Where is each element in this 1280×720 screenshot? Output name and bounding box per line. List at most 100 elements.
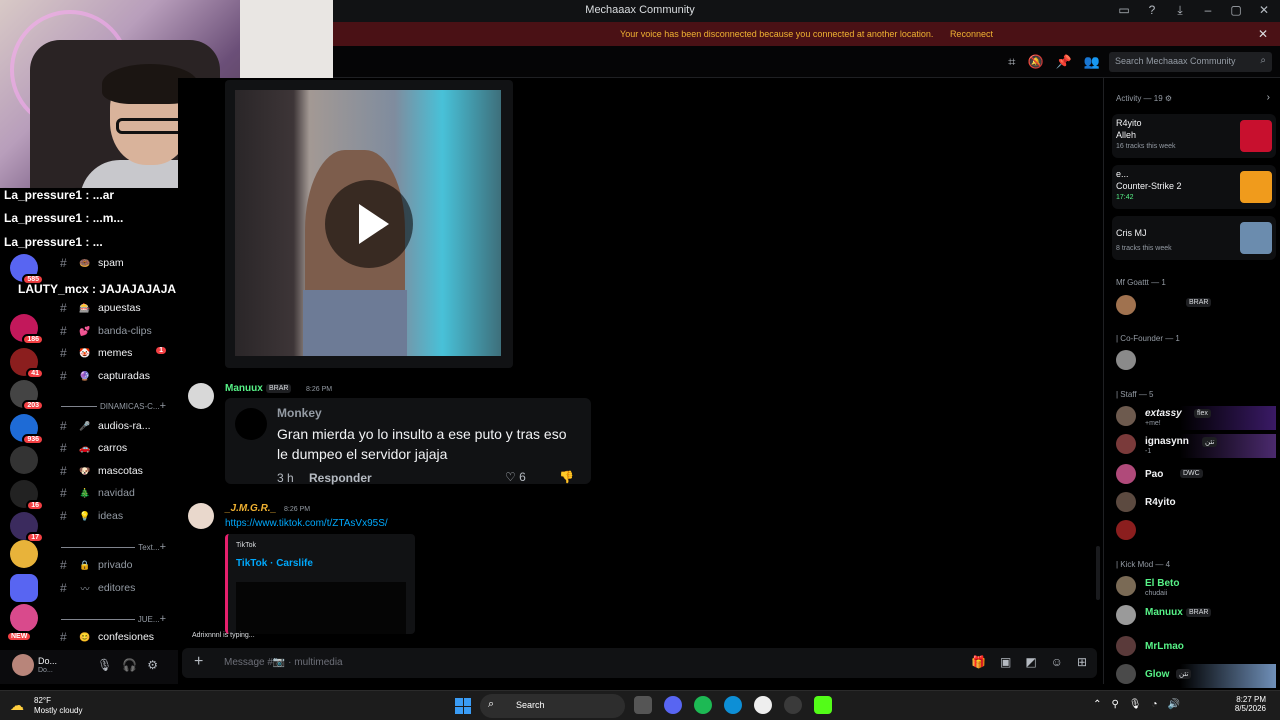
member-item[interactable]: R4yito: [1116, 492, 1276, 516]
maximize-button[interactable]: ▢: [1228, 3, 1244, 18]
notification-bell-icon[interactable]: 🔕: [1027, 54, 1043, 70]
add-channel-icon[interactable]: +: [160, 541, 166, 553]
member-list-icon[interactable]: 👥: [1084, 54, 1100, 70]
member-item[interactable]: [1116, 350, 1276, 374]
category-text[interactable]: Text... +: [58, 540, 178, 554]
wifi-icon[interactable]: ◔: [1152, 699, 1158, 710]
volume-icon[interactable]: 🔊: [1168, 699, 1180, 710]
embed-thumbnail[interactable]: [236, 582, 406, 634]
channel-navidad[interactable]: # 🎄 navidad: [60, 483, 178, 503]
server-icon[interactable]: 17: [10, 512, 44, 543]
file-explorer-icon[interactable]: [634, 696, 652, 714]
activity-card[interactable]: e... Counter-Strike 2 17:42: [1112, 165, 1276, 209]
clock[interactable]: 8:27 PM 8/5/2026: [1235, 695, 1266, 713]
member-item[interactable]: ignasynn تئن -1: [1116, 434, 1276, 458]
gif-icon[interactable]: ▣: [1000, 655, 1011, 669]
server-icon[interactable]: [10, 446, 38, 474]
activity-card[interactable]: Cris MJ 8 tracks this week: [1112, 216, 1276, 260]
channel-banda-clips[interactable]: # 💕 banda-clips: [60, 321, 178, 341]
server-icon[interactable]: 41: [10, 348, 44, 379]
pin-icon[interactable]: 📌: [1056, 54, 1072, 70]
channel-capturadas[interactable]: # 🔮 capturadas: [60, 366, 178, 386]
channel-emoji-icon: 🎰: [79, 302, 91, 313]
avatar: [1116, 605, 1136, 625]
channel-ideas[interactable]: # 💡 ideas: [60, 506, 178, 526]
channel-carros[interactable]: # 🚗 carros: [60, 438, 178, 458]
message-composer[interactable]: + Message #📷 · multimedia 🎁 ▣ ◩ ☺ ⊞: [182, 648, 1097, 678]
mic-icon[interactable]: 🎙: [1129, 699, 1142, 710]
channel-mascotas[interactable]: # 🐶 mascotas: [60, 461, 178, 481]
apps-icon[interactable]: ⊞: [1077, 655, 1087, 669]
server-icon[interactable]: [10, 540, 38, 568]
spotify-icon[interactable]: [694, 696, 712, 714]
member-item[interactable]: Manuux BRAR: [1116, 605, 1276, 629]
minimize-button[interactable]: –: [1200, 3, 1216, 18]
video-embed[interactable]: [225, 80, 513, 368]
add-channel-icon[interactable]: +: [160, 400, 166, 412]
kick-icon[interactable]: [814, 696, 832, 714]
play-icon[interactable]: [325, 180, 413, 268]
banner-text: Your voice has been disconnected because…: [620, 29, 934, 39]
microphone-icon[interactable]: 🎙: [97, 658, 112, 672]
category-juegos[interactable]: JUE... +: [58, 612, 178, 626]
add-attachment-icon[interactable]: +: [194, 653, 203, 671]
server-icon[interactable]: 16: [10, 480, 44, 511]
member-item[interactable]: [1116, 520, 1276, 544]
chevron-right-icon[interactable]: ›: [1267, 92, 1270, 103]
edge-icon[interactable]: [724, 696, 742, 714]
message-author[interactable]: Manuux: [225, 383, 263, 394]
message-link[interactable]: https://www.tiktok.com/t/ZTAsVx95S/: [225, 518, 388, 529]
help-icon[interactable]: ?: [1144, 3, 1160, 18]
member-item[interactable]: El Beto chudaii: [1116, 576, 1276, 600]
server-icon[interactable]: 936: [10, 414, 44, 445]
tiktok-embed[interactable]: TikTok TikTok · Carslife: [225, 534, 415, 634]
close-icon[interactable]: ✕: [1258, 22, 1268, 46]
message-input[interactable]: Message #📷 · multimedia: [224, 657, 343, 668]
scrollbar[interactable]: [1096, 546, 1100, 600]
discord-icon[interactable]: [664, 696, 682, 714]
reconnect-button[interactable]: Reconnect: [950, 29, 993, 39]
chevron-up-icon[interactable]: ⌃: [1093, 699, 1101, 710]
activity-card[interactable]: R4yito Alleh 16 tracks this week: [1112, 114, 1276, 158]
member-item[interactable]: MrLmao: [1116, 636, 1276, 660]
sticker-icon[interactable]: ◩: [1025, 655, 1036, 669]
taskbar-search[interactable]: ⌕ Search: [480, 694, 625, 718]
channel-editores[interactable]: # 〰 editores: [60, 578, 178, 598]
headset-icon[interactable]: 🎧: [122, 658, 137, 672]
avatar: [1116, 492, 1136, 512]
obs-icon[interactable]: [754, 696, 772, 714]
chrome-icon[interactable]: [784, 696, 802, 714]
embed-title[interactable]: TikTok · Carslife: [236, 558, 313, 569]
message-author[interactable]: _J.M.G.R._: [225, 503, 276, 514]
member-item[interactable]: Pao DWC: [1116, 464, 1276, 488]
avatar[interactable]: [12, 654, 34, 676]
server-folder-icon[interactable]: [10, 574, 38, 602]
add-channel-icon[interactable]: +: [160, 613, 166, 625]
channel-audios[interactable]: # 🎤 audios-ra...: [60, 416, 178, 436]
threads-icon[interactable]: ⌗: [1008, 54, 1015, 70]
channel-privado[interactable]: # 🔒 privado: [60, 555, 178, 575]
category-dinamicas[interactable]: DINAMICAS-C... +: [58, 399, 178, 413]
server-icon[interactable]: 186: [10, 314, 44, 345]
activity-art: [1240, 171, 1272, 203]
avatar[interactable]: [188, 503, 214, 529]
channel-memes[interactable]: # 🤡 memes 1: [60, 343, 178, 363]
windows-start-icon[interactable]: [455, 698, 471, 714]
close-window-button[interactable]: ✕: [1256, 3, 1272, 18]
inbox-icon[interactable]: ▭: [1116, 3, 1132, 18]
member-item[interactable]: BRAR: [1116, 295, 1276, 319]
server-icon[interactable]: 203: [10, 380, 44, 411]
member-item[interactable]: Glow تئن: [1116, 664, 1276, 688]
settings-gear-icon[interactable]: ⚙: [147, 658, 158, 672]
channel-confesiones[interactable]: # 😊 confesiones: [60, 627, 178, 647]
avatar[interactable]: [188, 383, 214, 409]
channel-emoji-icon: 🎄: [79, 487, 91, 498]
member-item[interactable]: extassy flex +me!: [1116, 406, 1276, 430]
download-icon[interactable]: ⤓: [1172, 3, 1188, 18]
emoji-icon[interactable]: ☺: [1051, 655, 1063, 669]
search-input[interactable]: Search Mechaaax Community ⌕: [1109, 52, 1272, 72]
gift-icon[interactable]: 🎁: [971, 655, 986, 669]
channel-apuestas[interactable]: # 🎰 apuestas: [60, 298, 178, 318]
server-icon[interactable]: NEW: [6, 604, 38, 642]
network-icon[interactable]: ⚲: [1111, 699, 1118, 710]
